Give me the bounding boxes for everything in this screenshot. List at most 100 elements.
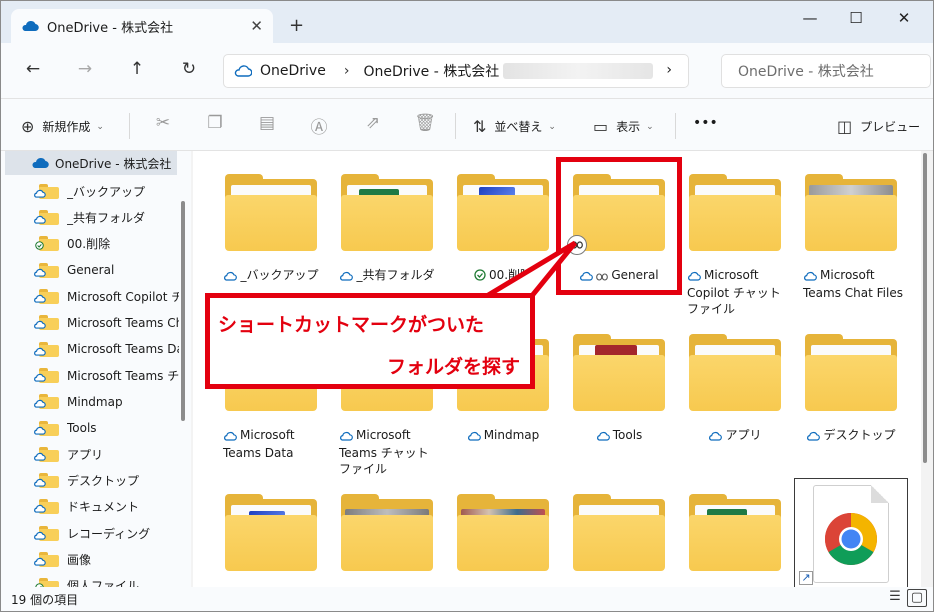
sidebar-item[interactable]: _バックアップ: [1, 179, 179, 203]
more-icon: •••: [693, 115, 718, 131]
sidebar-item[interactable]: Microsoft Teams Da: [1, 337, 179, 361]
navigation-pane: OneDrive - 株式会社 _バックアップ _共有フォルダ 00.削除 Gener…: [1, 151, 191, 587]
address-bar[interactable]: OneDrive › OneDrive - 株式会社 ›: [223, 54, 689, 88]
folder-cloud-icon: [34, 446, 59, 462]
folder-icon: [341, 494, 433, 571]
plus-circle-icon: ⊕: [21, 117, 35, 136]
breadcrumb-organization[interactable]: OneDrive - 株式会社: [363, 61, 499, 81]
search-input[interactable]: OneDrive - 株式会社: [721, 54, 931, 88]
view-button[interactable]: ▭ 表示 ⌄: [593, 117, 654, 136]
sidebar-item[interactable]: アプリ: [1, 442, 179, 466]
copy-icon[interactable]: ❐: [203, 113, 227, 133]
preview-button-label: プレビュー: [860, 120, 921, 134]
onedrive-cloud-icon: [32, 157, 49, 169]
details-view-button[interactable]: ☰: [885, 589, 905, 607]
file-name: Microsoft Teams Data: [223, 428, 295, 460]
sidebar-item-label: _バックアップ: [67, 184, 146, 199]
redacted-text: [503, 63, 654, 79]
back-button[interactable]: ←: [21, 59, 45, 79]
sort-button-label: 並べ替え: [494, 120, 543, 134]
sidebar-item-label: 00.削除: [67, 237, 111, 252]
sidebar-item-label: 画像: [67, 553, 92, 567]
sidebar-item-label: アプリ: [67, 447, 104, 462]
sidebar-item[interactable]: デスクトップ: [1, 469, 179, 493]
sidebar-item-label: _共有フォルダ: [67, 211, 146, 226]
sidebar-item-label: 個人ファイル: [67, 579, 140, 587]
breadcrumb-onedrive[interactable]: OneDrive: [260, 63, 326, 79]
sidebar-item[interactable]: _共有フォルダ: [1, 206, 179, 230]
new-button-label: 新規作成: [42, 120, 91, 134]
divider: [455, 113, 456, 139]
folder-icon: X: [689, 494, 781, 571]
sort-button[interactable]: ⇅ 並べ替え ⌄: [473, 117, 556, 136]
content-scrollbar[interactable]: [923, 153, 927, 463]
item-count: 19 個の項目: [11, 592, 79, 607]
folder-icon: [689, 334, 781, 411]
sidebar-item[interactable]: 00.削除: [1, 232, 179, 256]
new-tab-button[interactable]: +: [289, 15, 304, 36]
folder-cloud-icon: [34, 341, 59, 357]
sidebar-item-label: レコーディング: [67, 526, 151, 541]
file-name: 00.削除: [447, 267, 559, 285]
maximize-button[interactable]: ☐: [833, 9, 879, 27]
sidebar-item[interactable]: Tools: [1, 416, 179, 440]
minimize-button[interactable]: —: [787, 9, 833, 27]
breadcrumb-chevron-icon[interactable]: ›: [344, 63, 350, 79]
more-options-button[interactable]: •••: [693, 115, 718, 131]
close-window-button[interactable]: ✕: [881, 9, 927, 27]
command-bar: ⊕ 新規作成 ⌄ ✂ ❐ ▤ Ⓐ ⇗ 🗑 ⇅ 並べ替え ⌄ ▭ 表示 ⌄ •••…: [1, 99, 933, 151]
file-name: Microsoft Copilot チャット ファイル: [687, 268, 781, 316]
sidebar-item[interactable]: ドキュメント: [1, 495, 179, 519]
file-name: _共有フォルダ: [331, 267, 443, 285]
synced-check-icon: [474, 269, 486, 285]
sidebar-scrollbar[interactable]: [181, 201, 185, 421]
sidebar-item[interactable]: Microsoft Copilot チ: [1, 285, 179, 309]
sidebar-item[interactable]: General: [1, 258, 179, 282]
sidebar-item[interactable]: Microsoft Teams Ch: [1, 311, 179, 335]
highlight-box: [556, 157, 682, 295]
folder-icon: [573, 494, 665, 571]
shortcut-arrow-icon: ↗: [799, 571, 813, 585]
sidebar-item[interactable]: レコーディング: [1, 521, 179, 545]
cut-icon[interactable]: ✂: [151, 113, 175, 133]
folder-link-icon: [34, 262, 59, 278]
tiles-view-button[interactable]: ▢: [907, 589, 927, 607]
sidebar-item-label: Microsoft Teams Ch: [67, 315, 179, 330]
chrome-shortcut-tile[interactable]: ↗: [794, 478, 908, 590]
folder-cloud-icon: [34, 552, 59, 567]
folder-icon: [457, 174, 549, 251]
sidebar-item-label: Mindmap: [67, 394, 123, 409]
tab-close-icon[interactable]: ✕: [250, 17, 263, 35]
cloud-status-icon: [223, 429, 237, 445]
sidebar-item[interactable]: 個人ファイル: [1, 574, 179, 587]
delete-icon[interactable]: 🗑: [413, 113, 437, 133]
folder-icon: [225, 174, 317, 251]
search-placeholder: OneDrive - 株式会社: [738, 64, 874, 80]
refresh-button[interactable]: ↻: [177, 59, 201, 79]
chevron-down-icon: ⌄: [96, 121, 104, 132]
folder-cloud-icon: [34, 183, 59, 199]
up-button[interactable]: ↑: [125, 59, 149, 79]
preview-button[interactable]: ◫ プレビュー: [837, 117, 920, 136]
sidebar-item[interactable]: Microsoft Teams チャ: [1, 363, 179, 387]
cloud-status-icon: [223, 269, 238, 285]
file-explorer-window: OneDrive - 株式会社 ✕ + — ☐ ✕ ← → ↑ ↻ OneDri…: [0, 0, 934, 612]
sidebar-item[interactable]: 画像: [1, 548, 179, 572]
file-name: Microsoft Teams チャット ファイル: [339, 428, 429, 476]
share-icon[interactable]: ⇗: [361, 113, 385, 133]
divider: [129, 113, 130, 139]
file-name: Tools: [563, 427, 675, 445]
rename-icon[interactable]: Ⓐ: [307, 113, 331, 138]
breadcrumb-chevron-icon[interactable]: ›: [666, 62, 672, 78]
folder-cloud-icon: [34, 420, 59, 436]
sort-icon: ⇅: [473, 117, 487, 136]
title-bar: OneDrive - 株式会社 ✕ + — ☐ ✕: [1, 1, 933, 43]
new-button[interactable]: ⊕ 新規作成 ⌄: [21, 117, 104, 136]
sidebar-item[interactable]: Mindmap: [1, 390, 179, 414]
sidebar-item-onedrive[interactable]: OneDrive - 株式会社: [5, 151, 177, 175]
tab-onedrive[interactable]: OneDrive - 株式会社 ✕: [11, 9, 273, 43]
folder-cloud-icon: [34, 473, 59, 489]
paste-icon[interactable]: ▤: [255, 113, 279, 133]
forward-button[interactable]: →: [73, 59, 97, 79]
view-icon: ▭: [593, 117, 609, 136]
